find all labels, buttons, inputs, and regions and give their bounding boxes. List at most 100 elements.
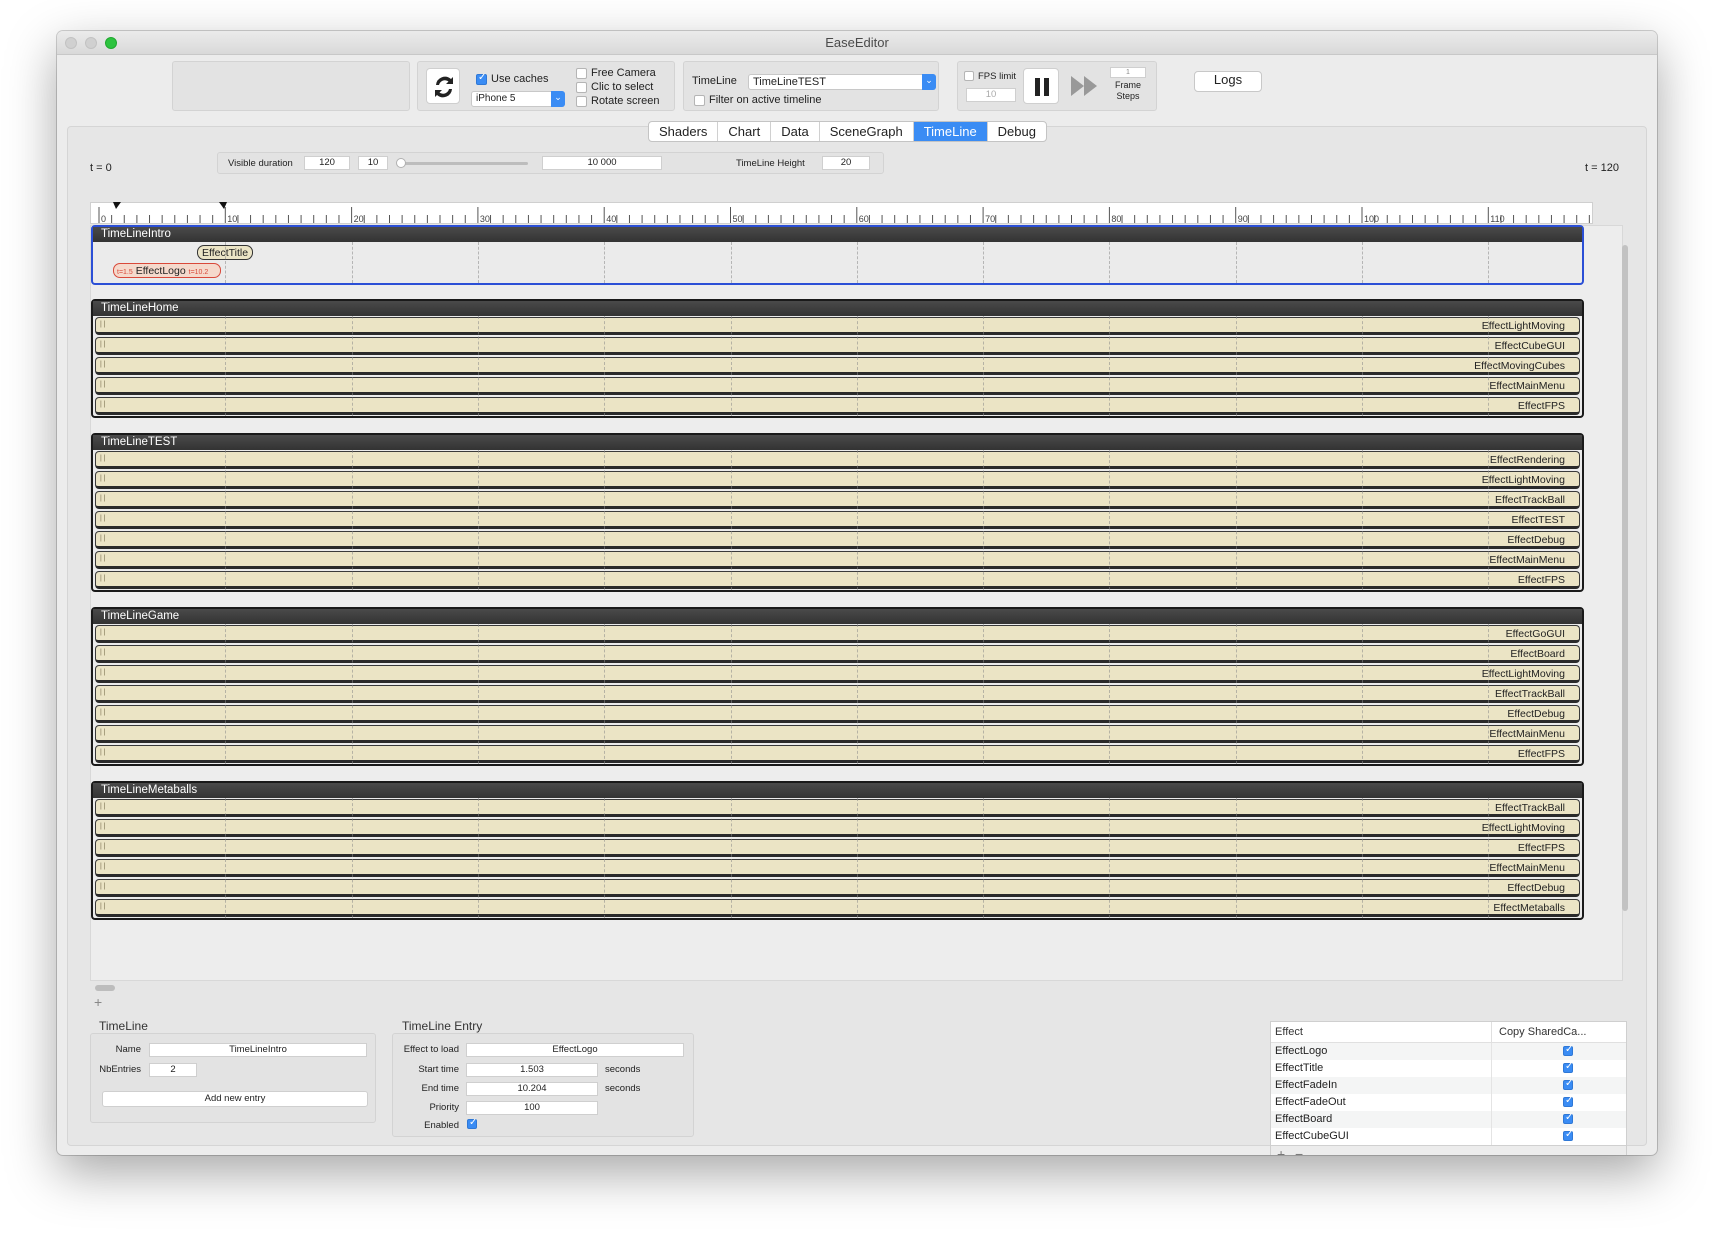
effect-bar[interactable]: | | EffectCubeGUI: [95, 337, 1580, 355]
tab-debug[interactable]: Debug: [988, 122, 1046, 141]
bar-handle-icon[interactable]: | |: [100, 535, 106, 542]
table-row[interactable]: EffectFadeIn: [1271, 1077, 1626, 1094]
timeline-group-home[interactable]: TimeLineHome | | EffectLightMoving | | Effec…: [91, 299, 1584, 418]
effect-bar[interactable]: | | EffectBoard: [95, 645, 1580, 663]
bar-handle-icon[interactable]: | |: [100, 455, 106, 462]
time-ruler[interactable]: 010203040506070809010011012: [90, 202, 1627, 224]
bar-handle-icon[interactable]: | |: [100, 669, 106, 676]
refresh-icon[interactable]: [426, 68, 460, 104]
table-row[interactable]: EffectLogo: [1271, 1043, 1626, 1060]
timeline-select[interactable]: TimeLineTEST ⌄: [748, 74, 936, 90]
free-camera-checkbox[interactable]: [576, 68, 587, 79]
filter-active-checkbox[interactable]: [694, 95, 705, 106]
range-start-marker[interactable]: [113, 202, 121, 209]
bar-handle-icon[interactable]: | |: [100, 495, 106, 502]
fps-limit-checkbox[interactable]: [964, 71, 974, 81]
bar-handle-icon[interactable]: | |: [100, 555, 106, 562]
effect-bar[interactable]: | | EffectFPS: [95, 571, 1580, 589]
effect-logo-pill[interactable]: t=1.5 EffectLogo t=10.2: [113, 263, 221, 278]
tab-scenegraph[interactable]: SceneGraph: [820, 122, 914, 141]
bar-handle-icon[interactable]: | |: [100, 803, 106, 810]
bar-handle-icon[interactable]: | |: [100, 903, 106, 910]
copy-shared-checkbox[interactable]: [1563, 1061, 1573, 1073]
effect-bar[interactable]: | | EffectMetaballs: [95, 899, 1580, 917]
effect-bar[interactable]: | | EffectTEST: [95, 511, 1580, 529]
logs-button[interactable]: Logs: [1194, 71, 1262, 92]
tab-chart[interactable]: Chart: [718, 122, 772, 141]
horizontal-scrollbar[interactable]: [95, 985, 115, 991]
effect-bar[interactable]: | | EffectMainMenu: [95, 551, 1580, 569]
bar-handle-icon[interactable]: | |: [100, 689, 106, 696]
bar-handle-icon[interactable]: | |: [100, 341, 106, 348]
timeline-group-game[interactable]: TimeLineGame | | EffectGoGUI | | EffectBoard…: [91, 607, 1584, 766]
duration-slider[interactable]: [396, 158, 528, 168]
col-copy-header[interactable]: Copy SharedCa...: [1499, 1026, 1586, 1038]
bar-handle-icon[interactable]: | |: [100, 575, 106, 582]
effect-bar[interactable]: | | EffectFPS: [95, 839, 1580, 857]
effect-bar[interactable]: | | EffectFPS: [95, 745, 1580, 763]
bar-handle-icon[interactable]: | |: [100, 649, 106, 656]
effect-bar[interactable]: | | EffectMovingCubes: [95, 357, 1580, 375]
col-effect-header[interactable]: Effect: [1275, 1026, 1303, 1038]
pause-button[interactable]: [1023, 68, 1059, 104]
effect-bar[interactable]: | | EffectDebug: [95, 705, 1580, 723]
copy-shared-checkbox[interactable]: [1563, 1129, 1573, 1141]
effect-bar[interactable]: | | EffectMainMenu: [95, 859, 1580, 877]
range-end-marker[interactable]: [219, 202, 227, 209]
effect-bar[interactable]: | | EffectMainMenu: [95, 725, 1580, 743]
bar-handle-icon[interactable]: | |: [100, 475, 106, 482]
remove-effect-icon[interactable]: −: [1295, 1146, 1303, 1155]
effect-bar[interactable]: | | EffectFPS: [95, 397, 1580, 415]
effect-bar[interactable]: | | EffectTrackBall: [95, 685, 1580, 703]
visible-duration-input[interactable]: 120: [304, 156, 350, 170]
bar-handle-icon[interactable]: | |: [100, 863, 106, 870]
add-effect-icon[interactable]: +: [1277, 1146, 1285, 1155]
vertical-scrollbar[interactable]: [1622, 245, 1628, 911]
effect-bar[interactable]: | | EffectDebug: [95, 879, 1580, 897]
effect-bar[interactable]: | | EffectTrackBall: [95, 491, 1580, 509]
copy-shared-checkbox[interactable]: [1563, 1044, 1573, 1056]
tab-timeline[interactable]: TimeLine: [913, 122, 988, 141]
end-time-input[interactable]: 10.204: [466, 1082, 598, 1096]
bar-handle-icon[interactable]: | |: [100, 883, 106, 890]
effect-bar[interactable]: | | EffectDebug: [95, 531, 1580, 549]
effect-bar[interactable]: | | EffectRendering: [95, 451, 1580, 469]
slider-knob[interactable]: [396, 158, 406, 168]
priority-input[interactable]: 100: [466, 1101, 598, 1115]
start-time-input[interactable]: 1.503: [466, 1063, 598, 1077]
effect-bar[interactable]: | | EffectLightMoving: [95, 471, 1580, 489]
bar-handle-icon[interactable]: | |: [100, 401, 106, 408]
use-caches-checkbox[interactable]: [476, 72, 487, 85]
bar-handle-icon[interactable]: | |: [100, 749, 106, 756]
effect-bar[interactable]: | | EffectLightMoving: [95, 317, 1580, 335]
frame-steps-input[interactable]: 1: [1110, 67, 1146, 78]
timeline-group-test[interactable]: TimeLineTEST | | EffectRendering | | EffectL…: [91, 433, 1584, 592]
timeline-group-intro[interactable]: TimeLineIntro EffectTitle t=1.5 EffectLo…: [91, 225, 1584, 285]
step-forward-button[interactable]: [1066, 68, 1102, 104]
duration-step-input[interactable]: 10: [358, 156, 388, 170]
fps-limit-input[interactable]: 10: [966, 88, 1016, 102]
bar-handle-icon[interactable]: | |: [100, 361, 106, 368]
effect-bar[interactable]: | | EffectMainMenu: [95, 377, 1580, 395]
bar-handle-icon[interactable]: | |: [100, 843, 106, 850]
rotate-screen-checkbox[interactable]: [576, 96, 587, 107]
tab-shaders[interactable]: Shaders: [649, 122, 719, 141]
effect-bar[interactable]: | | EffectGoGUI: [95, 625, 1580, 643]
bar-handle-icon[interactable]: | |: [100, 709, 106, 716]
clic-to-select-checkbox[interactable]: [576, 82, 587, 93]
table-row[interactable]: EffectFadeOut: [1271, 1094, 1626, 1111]
add-entry-button[interactable]: Add new entry: [102, 1091, 368, 1107]
copy-shared-checkbox[interactable]: [1563, 1078, 1573, 1090]
table-row[interactable]: EffectBoard: [1271, 1111, 1626, 1128]
effect-to-load-input[interactable]: EffectLogo: [466, 1043, 684, 1057]
copy-shared-checkbox[interactable]: [1563, 1095, 1573, 1107]
table-row[interactable]: EffectTitle: [1271, 1060, 1626, 1077]
duration-max-input[interactable]: 10 000: [542, 156, 662, 170]
device-select[interactable]: iPhone 5 ⌄: [471, 91, 565, 107]
bar-handle-icon[interactable]: | |: [100, 515, 106, 522]
bar-handle-icon[interactable]: | |: [100, 629, 106, 636]
table-row[interactable]: EffectCubeGUI: [1271, 1128, 1626, 1145]
bar-handle-icon[interactable]: | |: [100, 823, 106, 830]
bar-handle-icon[interactable]: | |: [100, 381, 106, 388]
effect-bar[interactable]: | | EffectLightMoving: [95, 665, 1580, 683]
